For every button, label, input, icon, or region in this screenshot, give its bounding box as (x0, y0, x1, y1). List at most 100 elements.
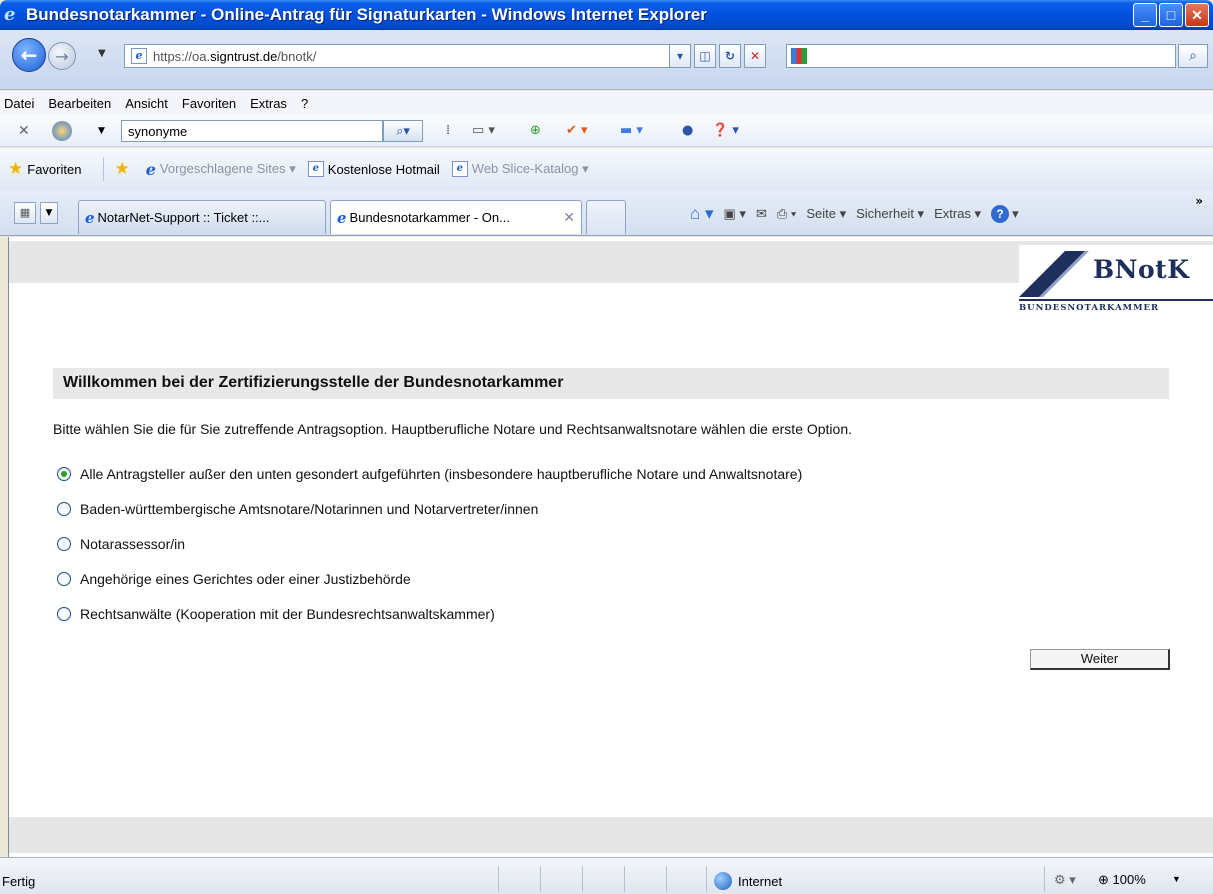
print-icon[interactable]: ⎙ ▾ (777, 206, 796, 222)
window-controls: _ □ ✕ (1133, 3, 1209, 27)
toolbar-bookmark-icon[interactable]: ▭ ▾ (472, 123, 495, 138)
new-tab-button[interactable] (586, 200, 626, 234)
page-icon: e (307, 161, 324, 177)
toolbar-help-icon[interactable]: ❓ ▾ (712, 123, 739, 138)
tab-bar: ▦ ▼ e NotarNet-Support :: Ticket ::... e… (0, 190, 1213, 236)
google-search-provider-icon (791, 48, 807, 64)
address-url[interactable]: https://oa.signtrust.de/bnotk/ (153, 49, 316, 64)
google-toolbar: ✕ ▼ synonyme ⌕▾ ⁞ ▭ ▾ ⊕ ✔ ▾ ▬ ▾ ● ❓ ▾ (0, 115, 1213, 147)
tab-list-dropdown-icon[interactable]: ▼ (40, 202, 58, 224)
favorites-label: Favoriten (27, 161, 82, 177)
search-input[interactable] (786, 44, 1176, 68)
radio-rechtsanwaelte[interactable] (57, 606, 71, 621)
menu-extras[interactable]: Extras (250, 96, 287, 111)
home-icon[interactable]: ⌂ ▾ (690, 204, 714, 224)
tab-notarnet-support[interactable]: e NotarNet-Support :: Ticket ::... (78, 200, 326, 234)
application-options: Alle Antragsteller außer den unten geson… (57, 456, 802, 631)
option-label[interactable]: Angehörige eines Gerichtes oder einer Ju… (80, 571, 411, 587)
toolbar-search-input[interactable]: synonyme (121, 120, 383, 142)
status-divider (1044, 866, 1045, 892)
toolbar-check-icon[interactable]: ✔ ▾ (566, 123, 588, 138)
quick-tabs-icon[interactable]: ▦ (14, 202, 36, 224)
bnotk-logo-mark (1019, 251, 1089, 297)
option-row[interactable]: Baden-württembergische Amtsnotare/Notari… (57, 491, 802, 526)
address-buttons: ▾ ◫ ↻ ✕ (669, 44, 766, 68)
recent-pages-dropdown-icon[interactable]: ▼ (98, 48, 106, 59)
help-icon[interactable]: ? (991, 205, 1010, 223)
toolbar-add-icon[interactable]: ⊕ (530, 123, 541, 138)
option-label[interactable]: Rechtsanwälte (Kooperation mit der Bunde… (80, 606, 495, 622)
extras-menu[interactable]: Extras ▾ (934, 206, 981, 222)
forward-button[interactable]: → (48, 42, 76, 70)
maximize-button[interactable]: □ (1159, 3, 1183, 27)
address-bar[interactable]: e https://oa.signtrust.de/bnotk/ (124, 44, 686, 68)
favorite-suggested-sites[interactable]: e Vorgeschlagene Sites ▾ (146, 160, 296, 179)
favorite-web-slice-gallery[interactable]: e Web Slice-Katalog ▾ (451, 161, 589, 177)
weiter-button[interactable]: Weiter (1030, 649, 1170, 670)
ie-icon: e (85, 208, 95, 227)
option-row[interactable]: Angehörige eines Gerichtes oder einer Ju… (57, 561, 802, 596)
feeds-icon[interactable]: ▣ ▾ (724, 206, 746, 222)
seite-menu[interactable]: Seite ▾ (806, 206, 846, 222)
option-row[interactable]: Notarassessor/in (57, 526, 802, 561)
toolbar-separator-icon: ⁞ (446, 123, 451, 138)
window-title-bar[interactable]: e Bundesnotarkammer - Online-Antrag für … (0, 0, 1213, 30)
option-label[interactable]: Baden-württembergische Amtsnotare/Notari… (80, 501, 538, 517)
page-footer-band (9, 817, 1213, 853)
ie-icon: e (145, 159, 156, 179)
favorite-hotmail[interactable]: e Kostenlose Hotmail (307, 161, 440, 177)
security-zone[interactable]: Internet (714, 872, 782, 890)
protected-mode-icon[interactable]: ⚙ ▾ (1054, 872, 1076, 888)
ie-logo-icon: e (4, 4, 16, 25)
refresh-icon[interactable]: ↻ (719, 44, 741, 68)
radio-notarassessor[interactable] (57, 536, 71, 551)
logo-subtitle: BUNDESNOTARKAMMER (1019, 303, 1160, 313)
menu-help[interactable]: ? (301, 96, 308, 111)
status-divider (624, 866, 625, 892)
address-dropdown-icon[interactable]: ▾ (669, 44, 691, 68)
sicherheit-menu[interactable]: Sicherheit ▾ (856, 206, 924, 222)
globe-icon (714, 872, 732, 890)
logo-rule (1019, 299, 1213, 301)
tab-bundesnotarkammer[interactable]: e Bundesnotarkammer - On... ✕ (330, 200, 582, 234)
menu-favoriten[interactable]: Favoriten (182, 96, 236, 111)
back-button[interactable]: ← (12, 38, 46, 72)
add-favorite-button[interactable]: ★ (114, 159, 133, 179)
toolbar-options-icon[interactable]: ● (682, 123, 693, 138)
close-toolbar-icon[interactable]: ✕ (18, 123, 30, 139)
close-window-button[interactable]: ✕ (1185, 3, 1209, 27)
zoom-level[interactable]: ⊕ 100% (1098, 872, 1146, 888)
zoom-dropdown-icon[interactable]: ▼ (1172, 874, 1181, 884)
menu-bearbeiten[interactable]: Bearbeiten (48, 96, 111, 111)
radio-court-members[interactable] (57, 571, 71, 586)
close-tab-icon[interactable]: ✕ (563, 209, 575, 226)
status-text: Fertig (2, 874, 36, 889)
status-divider (666, 866, 667, 892)
compatibility-view-icon[interactable]: ◫ (694, 44, 716, 68)
option-label[interactable]: Alle Antragsteller außer den unten geson… (80, 466, 802, 482)
option-row[interactable]: Alle Antragsteller außer den unten geson… (57, 456, 802, 491)
ie-icon: e (337, 208, 347, 227)
favorites-button[interactable]: ★ Favoriten (8, 159, 81, 179)
more-commands-icon[interactable]: » (1195, 194, 1203, 208)
favorites-separator (103, 157, 105, 181)
mail-icon[interactable]: ✉ (756, 206, 767, 222)
welcome-heading: Willkommen bei der Zertifizierungsstelle… (53, 368, 1169, 399)
toolbar-highlight-icon[interactable]: ▬ ▾ (620, 123, 643, 138)
option-label[interactable]: Notarassessor/in (80, 536, 185, 552)
favorites-bar: ★ Favoriten ★ e Vorgeschlagene Sites ▾ e… (0, 148, 1213, 190)
radio-all-applicants[interactable] (57, 466, 71, 481)
toolbar-search-button[interactable]: ⌕▾ (383, 120, 423, 142)
zoom-value: 100% (1112, 872, 1146, 887)
window-title: Bundesnotarkammer - Online-Antrag für Si… (26, 5, 707, 24)
search-button[interactable]: ⌕ (1178, 44, 1208, 68)
google-toolbar-icon[interactable] (52, 121, 72, 141)
stop-icon[interactable]: ✕ (744, 44, 766, 68)
help-dropdown-icon[interactable]: ▾ (1012, 206, 1019, 222)
option-row[interactable]: Rechtsanwälte (Kooperation mit der Bunde… (57, 596, 802, 631)
minimize-button[interactable]: _ (1133, 3, 1157, 27)
menu-datei[interactable]: Datei (4, 96, 34, 111)
menu-ansicht[interactable]: Ansicht (125, 96, 168, 111)
toolbar-dropdown-icon[interactable]: ▼ (98, 126, 105, 136)
radio-amtsnotare[interactable] (57, 501, 71, 516)
